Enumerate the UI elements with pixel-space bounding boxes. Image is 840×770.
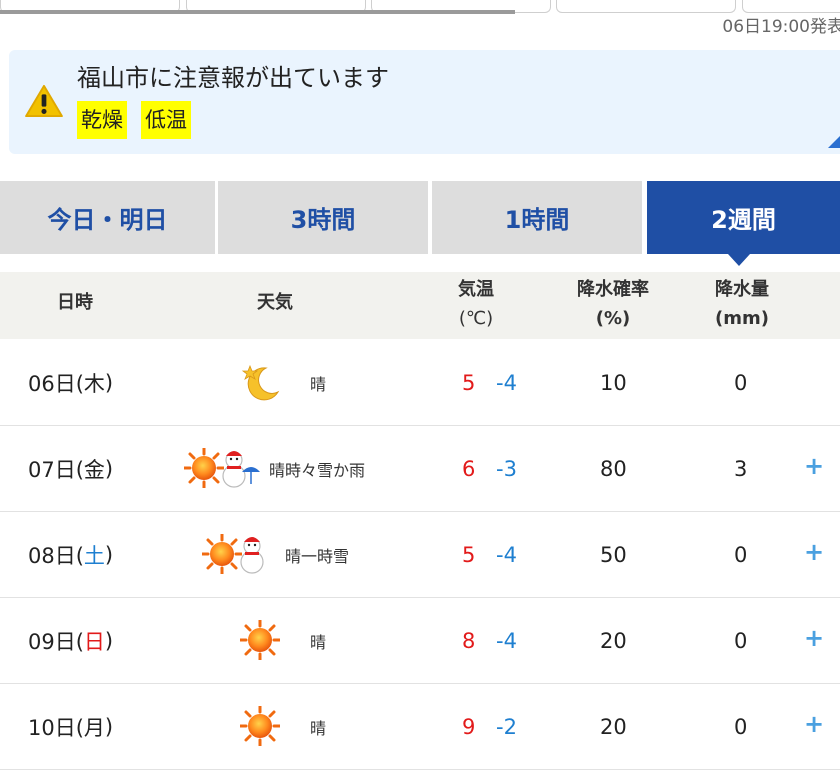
weekday-text-sunday: 日 bbox=[83, 629, 105, 654]
date-cell: 08日(土) bbox=[28, 512, 113, 597]
moon-icon bbox=[241, 364, 280, 401]
date-text: 06日( bbox=[28, 371, 84, 396]
min-temp: -4 bbox=[496, 542, 517, 567]
table-row[interactable]: 09日(日) 晴 8 -4 20 0 + bbox=[0, 598, 840, 684]
header-pop-unit: (%) bbox=[595, 308, 631, 329]
forecast-tabs: 今日・明日 3時間 1時間 2週間 bbox=[0, 181, 840, 254]
expand-row-button[interactable]: + bbox=[804, 624, 824, 652]
precip-probability: 10 bbox=[600, 370, 627, 395]
header-weather: 天気 bbox=[257, 292, 293, 313]
max-temp: 5 bbox=[462, 542, 476, 567]
tab-3-hours[interactable]: 3時間 bbox=[218, 181, 428, 254]
snowman-umbrella-icon bbox=[222, 450, 260, 488]
expand-row-button[interactable]: + bbox=[804, 452, 824, 480]
min-temp: -4 bbox=[496, 370, 517, 395]
warning-icon bbox=[25, 84, 63, 118]
weather-text: 晴 bbox=[310, 374, 327, 394]
precip-amount: 0 bbox=[734, 628, 748, 653]
precip-probability: 50 bbox=[600, 542, 627, 567]
date-cell: 10日(月) bbox=[28, 684, 113, 769]
weekday-text-saturday: 土 bbox=[83, 543, 105, 568]
sun-icon bbox=[240, 620, 280, 660]
date-cell: 09日(日) bbox=[28, 598, 113, 683]
date-text: 09日( bbox=[28, 629, 84, 654]
tab-today-tomorrow[interactable]: 今日・明日 bbox=[0, 181, 215, 254]
table-header: 日時 天気 気温 (℃) 降水確率 (%) 降水量 (mm) bbox=[0, 272, 840, 339]
header-temp: 気温 bbox=[458, 279, 494, 300]
date-close: ) bbox=[104, 714, 114, 739]
tab-1-hour[interactable]: 1時間 bbox=[432, 181, 642, 254]
date-close: ) bbox=[104, 456, 114, 481]
alert-badge-low-temp: 低温 bbox=[141, 101, 191, 139]
alert-badges: 乾燥 低温 bbox=[77, 101, 191, 139]
published-time: 06日19:00発表 bbox=[722, 17, 840, 37]
date-cell: 07日(金) bbox=[28, 426, 113, 511]
date-text: 08日( bbox=[28, 543, 84, 568]
expand-row-button[interactable]: + bbox=[804, 710, 824, 738]
precip-amount: 0 bbox=[734, 370, 748, 395]
weather-text: 晴時々雪か雨 bbox=[269, 460, 366, 480]
warning-alert-box[interactable]: 福山市に注意報が出ています 乾燥 低温 bbox=[9, 50, 840, 154]
header-pop: 降水確率 bbox=[577, 279, 649, 300]
date-text: 07日( bbox=[28, 457, 84, 482]
header-datetime: 日時 bbox=[57, 292, 93, 313]
min-temp: -2 bbox=[496, 714, 517, 739]
header-precip-unit: (mm) bbox=[715, 308, 769, 329]
precip-amount: 3 bbox=[734, 456, 748, 481]
max-temp: 8 bbox=[462, 628, 476, 653]
precip-probability: 20 bbox=[600, 714, 627, 739]
weekday-text: 金 bbox=[83, 457, 105, 482]
date-text: 10日( bbox=[28, 715, 84, 740]
top-nav-tab[interactable] bbox=[556, 0, 736, 13]
precip-probability: 20 bbox=[600, 628, 627, 653]
weekday-text: 月 bbox=[83, 715, 105, 740]
table-row[interactable]: 07日(金) 晴時々雪か雨 6 -3 80 3 + bbox=[0, 426, 840, 512]
precip-amount: 0 bbox=[734, 542, 748, 567]
max-temp: 6 bbox=[462, 456, 476, 481]
precip-amount: 0 bbox=[734, 714, 748, 739]
min-temp: -4 bbox=[496, 628, 517, 653]
precip-probability: 80 bbox=[600, 456, 627, 481]
alert-title: 福山市に注意報が出ています bbox=[77, 64, 389, 92]
expand-row-button[interactable]: + bbox=[804, 538, 824, 566]
alert-badge-dry: 乾燥 bbox=[77, 101, 127, 139]
date-close: ) bbox=[104, 542, 114, 567]
date-close: ) bbox=[104, 628, 114, 653]
active-tab-pointer bbox=[728, 254, 750, 266]
tab-2-weeks[interactable]: 2週間 bbox=[647, 181, 840, 254]
max-temp: 9 bbox=[462, 714, 476, 739]
header-precip: 降水量 bbox=[715, 279, 769, 300]
expand-corner-icon bbox=[828, 136, 840, 148]
weather-text: 晴 bbox=[310, 632, 327, 652]
table-row[interactable]: 06日(木) 晴 5 -4 10 0 bbox=[0, 340, 840, 426]
sun-icon bbox=[240, 706, 280, 746]
weekday-text: 木 bbox=[83, 371, 105, 396]
snowman-icon bbox=[240, 536, 264, 574]
weather-text: 晴一時雪 bbox=[285, 546, 350, 566]
top-strip: 06日19:00発表 bbox=[0, 0, 840, 40]
date-cell: 06日(木) bbox=[28, 340, 113, 425]
date-close: ) bbox=[104, 370, 114, 395]
header-temp-unit: (℃) bbox=[458, 308, 494, 329]
weather-text: 晴 bbox=[310, 718, 327, 738]
table-row[interactable]: 08日(土) 晴一時雪 5 -4 50 0 + bbox=[0, 512, 840, 598]
max-temp: 5 bbox=[462, 370, 476, 395]
table-row[interactable]: 10日(月) 晴 9 -2 20 0 + bbox=[0, 684, 840, 770]
min-temp: -3 bbox=[496, 456, 517, 481]
horizontal-scrollbar[interactable] bbox=[0, 10, 515, 14]
